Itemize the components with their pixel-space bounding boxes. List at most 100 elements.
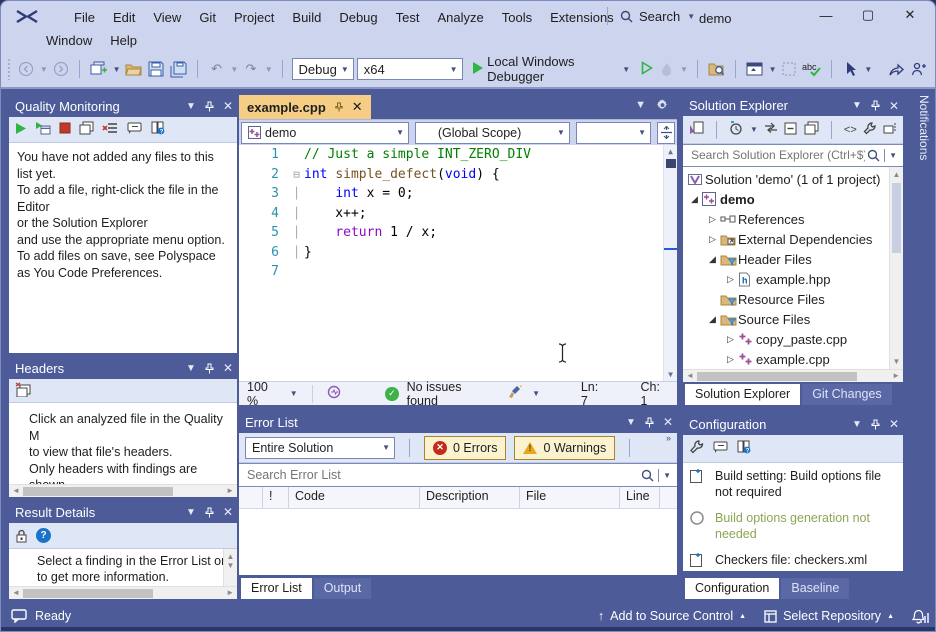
wrench-icon[interactable] xyxy=(863,121,877,138)
edit-settings-icon[interactable] xyxy=(689,440,704,457)
menu-item-help[interactable]: Help xyxy=(101,31,146,50)
copy-files-icon[interactable] xyxy=(79,121,94,138)
chevron-down-icon[interactable]: ▼ xyxy=(265,65,273,74)
tab-configuration[interactable]: Configuration xyxy=(685,578,779,599)
scrollbar-thumb[interactable] xyxy=(892,183,901,253)
error-scope-dropdown[interactable]: Entire Solution▼ xyxy=(245,437,395,459)
stop-analysis-icon[interactable] xyxy=(59,122,71,137)
tree-item-references[interactable]: ▷References xyxy=(683,209,903,229)
chevron-down-icon[interactable]: ▼ xyxy=(532,389,540,398)
expander-expanded-icon[interactable]: ◢ xyxy=(705,314,720,325)
run-on-files-icon[interactable] xyxy=(35,121,51,138)
window-position-icon[interactable]: ▼ xyxy=(635,99,646,115)
tab-error-list[interactable]: Error List xyxy=(241,578,312,599)
pin-icon[interactable] xyxy=(644,417,655,428)
column-header-blank[interactable] xyxy=(239,487,263,508)
menu-item-build[interactable]: Build xyxy=(283,8,330,27)
headers-titlebar[interactable]: Headers ▼ ✕ xyxy=(9,357,237,379)
tab-solution-explorer[interactable]: Solution Explorer xyxy=(685,384,800,405)
issues-status[interactable]: No issues found xyxy=(407,380,492,408)
show-all-files-icon[interactable]: <> xyxy=(844,124,857,136)
scrollbar-thumb[interactable] xyxy=(697,372,857,381)
scrollbar-thumb[interactable] xyxy=(23,487,173,496)
headers-horizontal-scrollbar[interactable]: ◄ ► xyxy=(9,484,237,497)
tree-item-example-hpp[interactable]: ▷hexample.hpp xyxy=(683,269,903,289)
code-line[interactable]: 5│ return 1 / x; xyxy=(239,223,677,243)
close-icon[interactable]: ✕ xyxy=(889,417,899,431)
switch-views-icon[interactable] xyxy=(689,121,704,138)
result-details-vertical-scrollbar[interactable]: ▲▼ xyxy=(223,549,237,586)
expander-expanded-icon[interactable]: ◢ xyxy=(687,194,702,205)
scrollbar-thumb[interactable] xyxy=(23,589,153,598)
chevron-down-icon[interactable]: ▼ xyxy=(290,389,298,398)
collapse-all-icon[interactable] xyxy=(784,122,798,138)
chevron-down-icon[interactable]: ▼ xyxy=(40,65,48,74)
column-header-line[interactable]: Line xyxy=(620,487,660,508)
preview-selected-icon[interactable] xyxy=(883,122,897,137)
split-editor-icon[interactable] xyxy=(657,122,675,144)
tree-horizontal-scrollbar[interactable]: ◄ ► xyxy=(683,369,903,382)
hot-reload-icon[interactable] xyxy=(656,58,675,80)
code-line[interactable]: 1// Just a simple INT_ZERO_DIV xyxy=(239,145,677,165)
pin-icon[interactable] xyxy=(204,507,215,518)
error-list-titlebar[interactable]: Error List ▼ ✕ xyxy=(239,411,677,433)
search-icon[interactable] xyxy=(641,469,654,482)
new-project-icon[interactable] xyxy=(89,58,108,80)
selection-box-icon[interactable] xyxy=(780,58,799,80)
code-line[interactable]: 6│} xyxy=(239,243,677,263)
pin-icon[interactable] xyxy=(334,102,344,112)
find-in-files-icon[interactable] xyxy=(707,58,726,80)
menu-item-git[interactable]: Git xyxy=(190,8,225,27)
code-line[interactable]: 7 xyxy=(239,262,677,282)
menu-item-view[interactable]: View xyxy=(144,8,190,27)
pin-icon[interactable] xyxy=(204,101,215,112)
configuration-titlebar[interactable]: Configuration ▼ ✕ xyxy=(683,413,903,435)
fold-marker[interactable]: ⊟ xyxy=(289,165,304,185)
feedback-bubble-icon[interactable] xyxy=(11,609,27,623)
search-icon[interactable] xyxy=(867,149,880,162)
pin-icon[interactable] xyxy=(204,363,215,374)
save-all-icon[interactable] xyxy=(169,58,188,80)
code-cleanup-icon[interactable] xyxy=(508,385,523,402)
scroll-right-icon[interactable]: ► xyxy=(226,588,234,597)
window-layout-icon[interactable] xyxy=(745,58,764,80)
add-to-source-control-button[interactable]: ↑ Add to Source Control ▲ xyxy=(598,609,746,623)
scroll-right-icon[interactable]: ► xyxy=(892,371,900,380)
remove-from-list-icon[interactable] xyxy=(102,122,118,138)
save-icon[interactable] xyxy=(146,58,165,80)
resize-grip[interactable] xyxy=(920,613,929,623)
code-line[interactable]: 2⊟int simple_defect(void) { xyxy=(239,165,677,185)
member-dropdown[interactable]: ▼ xyxy=(576,122,651,144)
configuration-item[interactable]: Build options generation not needed xyxy=(683,505,903,547)
expander-collapsed-icon[interactable]: ▷ xyxy=(723,334,738,345)
quality-monitoring-titlebar[interactable]: Quality Monitoring ▼ ✕ xyxy=(9,95,237,117)
expander-collapsed-icon[interactable]: ▷ xyxy=(723,354,738,365)
close-icon[interactable]: ✕ xyxy=(223,505,233,519)
warnings-filter-button[interactable]: 0 Warnings xyxy=(514,436,615,460)
menu-item-project[interactable]: Project xyxy=(225,8,283,27)
minimize-button[interactable]: — xyxy=(805,1,847,29)
navigate-forward-icon[interactable] xyxy=(51,58,70,80)
code-editor[interactable]: 1// Just a simple INT_ZERO_DIV2⊟int simp… xyxy=(239,145,677,381)
tree-item-external-dependencies[interactable]: ▷External Dependencies xyxy=(683,229,903,249)
help-book-icon[interactable]: ? xyxy=(736,440,752,457)
window-position-icon[interactable]: ▼ xyxy=(186,507,196,518)
chevron-down-icon[interactable]: ▼ xyxy=(230,65,238,74)
tab-git-changes[interactable]: Git Changes xyxy=(802,384,891,405)
select-tool-icon[interactable] xyxy=(841,58,860,80)
chevron-down-icon[interactable]: ▼ xyxy=(113,65,121,74)
tab-output[interactable]: Output xyxy=(314,578,372,599)
tab-baseline[interactable]: Baseline xyxy=(781,578,849,599)
menu-item-file[interactable]: File xyxy=(65,8,104,27)
menu-item-edit[interactable]: Edit xyxy=(104,8,144,27)
errors-filter-button[interactable]: ✕ 0 Errors xyxy=(424,436,506,460)
menu-item-window[interactable]: Window xyxy=(37,31,101,50)
start-debugging-icon[interactable] xyxy=(472,61,484,78)
select-repository-button[interactable]: Select Repository ▲ xyxy=(764,609,894,623)
chevron-down-icon[interactable]: ▼ xyxy=(750,125,758,134)
send-feedback-icon[interactable] xyxy=(910,58,929,80)
scroll-down-icon[interactable]: ▼ xyxy=(664,370,677,379)
error-list-search[interactable]: ▼ xyxy=(239,463,677,487)
solution-explorer-search[interactable]: ▼ xyxy=(683,144,903,167)
help-icon[interactable]: ? xyxy=(36,528,51,543)
